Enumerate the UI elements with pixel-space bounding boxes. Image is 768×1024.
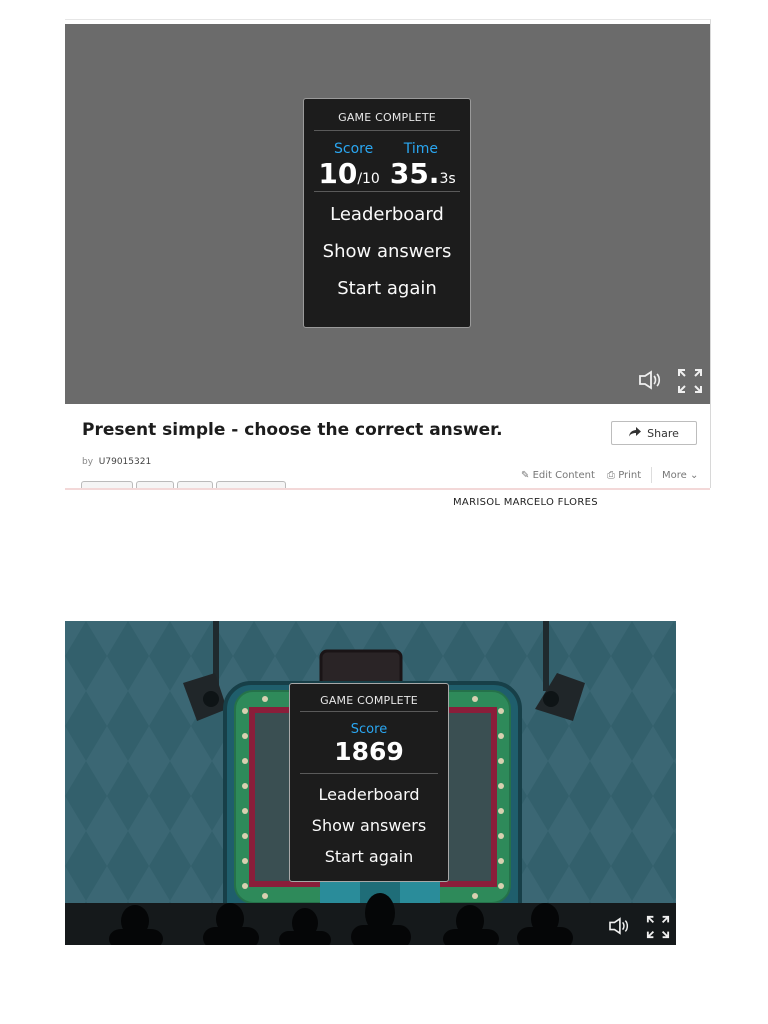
- show-answers-button[interactable]: Show answers: [290, 816, 448, 847]
- show-answers-button[interactable]: Show answers: [304, 241, 470, 278]
- more-menu[interactable]: More ⌄: [662, 470, 698, 481]
- quiz-screenshot-1: GAME COMPLETE Score Time 10/10 35.3s Lea…: [65, 19, 711, 490]
- author-link[interactable]: U79015321: [99, 457, 151, 467]
- chevron-down-icon: ⌄: [689, 470, 699, 481]
- leaderboard-button[interactable]: Leaderboard: [304, 204, 470, 241]
- pencil-icon: ✎: [521, 470, 530, 481]
- print-link[interactable]: ⎙ Print: [607, 470, 641, 481]
- time-label: Time: [403, 141, 438, 157]
- activity-title: Present simple - choose the correct answ…: [82, 420, 503, 440]
- game-stage-gameshow: GAME COMPLETE Score 1869 Leaderboard Sho…: [65, 621, 676, 945]
- leaderboard-button[interactable]: Leaderboard: [290, 785, 448, 816]
- divider: [300, 711, 438, 712]
- share-label: Share: [647, 426, 679, 440]
- start-again-button[interactable]: Start again: [290, 847, 448, 878]
- student-name: MARISOL MARCELO FLORES: [453, 497, 598, 508]
- game-stage: GAME COMPLETE Score Time 10/10 35.3s Lea…: [65, 24, 710, 404]
- score-value: 1869: [334, 737, 404, 766]
- speaker-icon[interactable]: [608, 917, 630, 940]
- fullscreen-icon[interactable]: [645, 915, 671, 941]
- divider: [65, 488, 710, 490]
- score-label: Score: [334, 141, 374, 157]
- activity-info: Present simple - choose the correct answ…: [65, 404, 710, 490]
- edit-content-link[interactable]: ✎ Edit Content: [521, 470, 595, 481]
- share-button[interactable]: Share: [611, 421, 697, 445]
- panel-title: GAME COMPLETE: [338, 111, 436, 124]
- divider: [300, 773, 438, 774]
- game-complete-panel: GAME COMPLETE Score 1869 Leaderboard Sho…: [289, 683, 449, 882]
- divider: [651, 467, 652, 483]
- score-value: 10/10: [318, 157, 380, 190]
- byline: by U79015321: [82, 457, 152, 467]
- divider: [314, 191, 460, 192]
- divider: [314, 130, 460, 131]
- time-value: 35.3s: [389, 157, 456, 190]
- game-complete-panel: GAME COMPLETE Score Time 10/10 35.3s Lea…: [303, 98, 471, 328]
- share-arrow-icon: [629, 426, 642, 440]
- printer-icon: ⎙: [607, 470, 615, 481]
- score-label: Score: [350, 722, 388, 737]
- fullscreen-icon[interactable]: [676, 368, 704, 397]
- start-again-button[interactable]: Start again: [304, 278, 470, 315]
- speaker-icon[interactable]: [638, 370, 662, 395]
- panel-title: GAME COMPLETE: [320, 694, 418, 707]
